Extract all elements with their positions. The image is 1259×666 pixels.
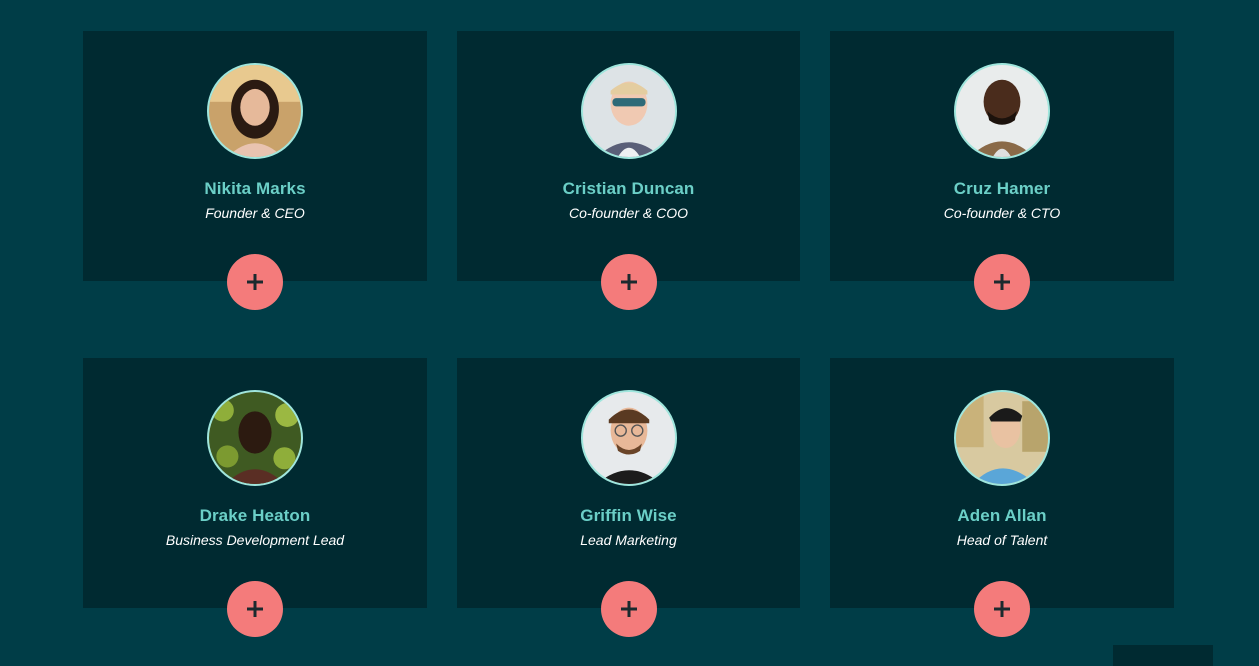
member-name: Drake Heaton — [199, 506, 311, 525]
expand-button[interactable] — [600, 581, 657, 637]
member-name: Cruz Hamer — [953, 179, 1051, 198]
expand-button[interactable] — [974, 581, 1030, 637]
expand-button[interactable] — [600, 254, 657, 310]
member-name: Aden Allan — [957, 506, 1047, 525]
avatar — [954, 390, 1050, 486]
plus-icon — [247, 601, 263, 617]
team-card: Drake Heaton Business Development Lead — [83, 358, 427, 637]
avatar — [954, 63, 1050, 159]
member-role: Lead Marketing — [580, 532, 677, 548]
plus-icon — [620, 274, 637, 290]
member-role: Co-founder & COO — [568, 205, 689, 221]
plus-icon — [247, 274, 263, 290]
team-card: Aden Allan Head of Talent — [830, 358, 1174, 637]
avatar — [207, 390, 303, 486]
member-role: Head of Talent — [956, 532, 1048, 548]
avatar — [207, 63, 303, 159]
member-name: Griffin Wise — [580, 506, 677, 525]
expand-button[interactable] — [227, 254, 283, 310]
expand-button[interactable] — [974, 254, 1030, 310]
corner-block — [1113, 645, 1213, 666]
member-name: Cristian Duncan — [562, 179, 695, 198]
team-card: Cristian Duncan Co-founder & COO — [457, 31, 800, 310]
avatar — [580, 390, 677, 486]
plus-icon — [620, 601, 637, 617]
member-name: Nikita Marks — [204, 179, 306, 198]
team-grid: Nikita Marks Founder & CEO Cristian Dunc… — [83, 31, 1174, 637]
member-role: Business Development Lead — [165, 532, 345, 548]
team-card: Griffin Wise Lead Marketing — [457, 358, 800, 637]
expand-button[interactable] — [227, 581, 283, 637]
team-card: Cruz Hamer Co-founder & CTO — [830, 31, 1174, 310]
member-role: Founder & CEO — [205, 205, 305, 221]
member-role: Co-founder & CTO — [943, 205, 1061, 221]
avatar — [580, 63, 677, 159]
team-card: Nikita Marks Founder & CEO — [83, 31, 427, 310]
plus-icon — [994, 601, 1010, 617]
plus-icon — [994, 274, 1010, 290]
